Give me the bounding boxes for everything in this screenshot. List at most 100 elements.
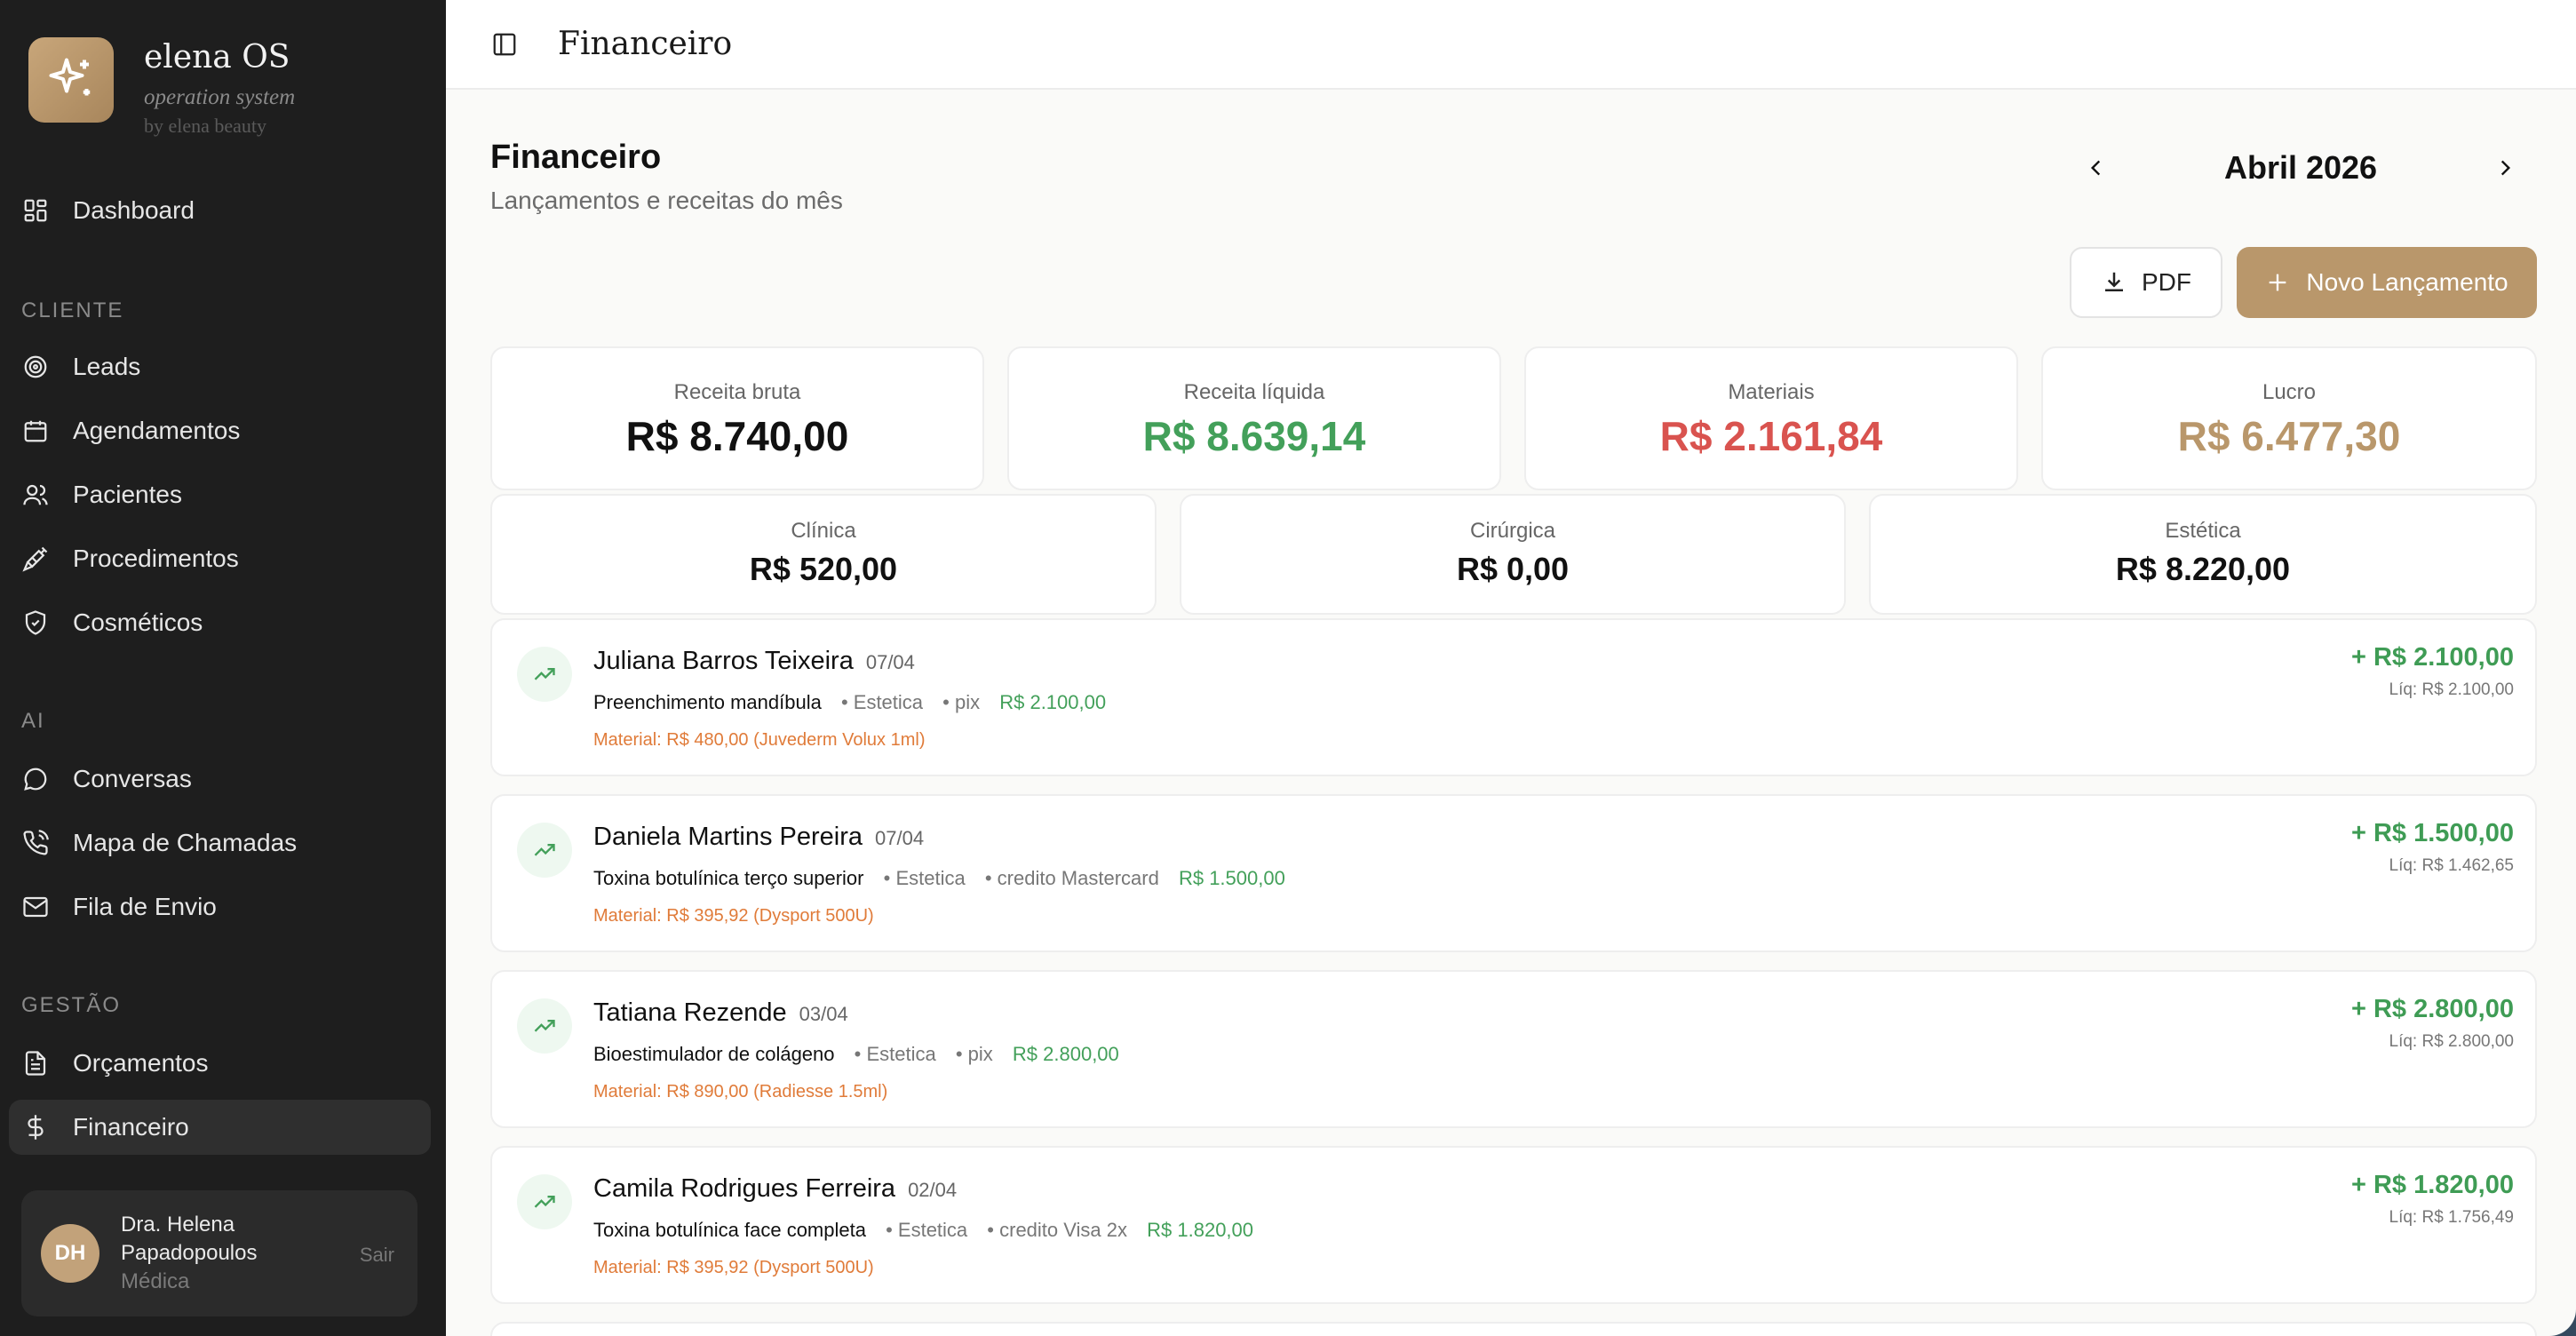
- sidebar-item-label: Pacientes: [73, 481, 182, 508]
- pdf-button[interactable]: PDF: [2070, 247, 2222, 318]
- dollar-sign-icon: [21, 1113, 50, 1141]
- transaction-total: + R$ 2.100,00: [2350, 643, 2514, 672]
- brand-by: by elena beauty: [144, 114, 267, 137]
- procedure-amount: R$ 1.500,00: [1178, 867, 1285, 889]
- transaction-total: + R$ 2.800,00: [2350, 995, 2514, 1023]
- transaction-total: + R$ 1.820,00: [2350, 1171, 2514, 1199]
- current-month: Abril 2026: [2223, 149, 2378, 186]
- user-card: DH Dra. Helena Papadopoulos Médica Sair: [21, 1190, 417, 1316]
- procedure-name: Bioestimulador de colágeno: [593, 1043, 835, 1065]
- topbar: Financeiro: [446, 0, 2576, 90]
- sidebar-item-agendamentos[interactable]: Agendamentos: [9, 403, 431, 458]
- procedure-name: Toxina botulínica face completa: [593, 1219, 866, 1241]
- section-gestao: GESTÃO: [21, 993, 122, 1017]
- chevron-left-icon[interactable]: [2079, 150, 2114, 186]
- card-materiais: Materiais R$ 2.161,84: [1524, 346, 2018, 490]
- procedure-name: Toxina botulínica terço superior: [593, 867, 864, 889]
- sidebar-item-financeiro[interactable]: Financeiro: [9, 1100, 431, 1155]
- sidebar-item-dashboard[interactable]: Dashboard: [9, 183, 431, 238]
- calendar-icon: [21, 417, 50, 445]
- sidebar-toggle-icon[interactable]: [489, 28, 521, 60]
- sidebar-item-mapa-chamadas[interactable]: Mapa de Chamadas: [9, 815, 431, 871]
- download-icon: [2101, 269, 2127, 296]
- sidebar-item-label: Cosméticos: [73, 608, 203, 636]
- sidebar-item-fila-envio[interactable]: Fila de Envio: [9, 879, 431, 934]
- card-label: Lucro: [2262, 380, 2317, 404]
- app-window: elena OS operation system by elena beaut…: [0, 0, 2576, 1336]
- sidebar-item-label: Dashboard: [73, 196, 195, 224]
- transaction-row[interactable]: Tatiana Rezende 03/04 Bioestimulador de c…: [490, 970, 2537, 1128]
- brand-name: elena OS: [144, 39, 290, 76]
- transaction-date: 07/04: [875, 827, 925, 849]
- card-value: R$ 8.740,00: [625, 413, 849, 459]
- card-label: Materiais: [1728, 380, 1815, 404]
- card-receita-liquida: Receita líquida R$ 8.639,14: [1007, 346, 1501, 490]
- transaction-row[interactable]: Camila Rodrigues Ferreira 02/04 Toxina bo…: [490, 1146, 2537, 1304]
- user-name: Dra. Helena Papadopoulos: [121, 1213, 258, 1266]
- sidebar-item-label: Orçamentos: [73, 1049, 209, 1077]
- sidebar-item-cosmeticos[interactable]: Cosméticos: [9, 595, 431, 650]
- transaction-net: Líq: R$ 1.756,49: [2389, 1208, 2515, 1227]
- payment-method: • credito Mastercard: [984, 867, 1159, 889]
- transaction-net: Líq: R$ 1.462,65: [2389, 856, 2515, 875]
- trending-up-icon: [517, 647, 572, 702]
- sidebar-item-label: Agendamentos: [73, 417, 241, 444]
- procedure-amount: R$ 2.800,00: [1012, 1043, 1119, 1065]
- section-cliente: CLIENTE: [21, 298, 124, 322]
- card-label: Receita líquida: [1183, 380, 1325, 404]
- month-navigator: Abril 2026: [2079, 149, 2523, 187]
- sidebar-item-pacientes[interactable]: Pacientes: [9, 467, 431, 522]
- card-label: Cirúrgica: [1469, 519, 1556, 543]
- procedure-name: Preenchimento mandíbula: [593, 691, 822, 713]
- trending-up-icon: [517, 823, 572, 878]
- message-circle-icon: [21, 765, 50, 793]
- sidebar-item-conversas[interactable]: Conversas: [9, 752, 431, 807]
- category: • Estetica: [854, 1043, 936, 1065]
- sidebar-item-orcamentos[interactable]: Orçamentos: [9, 1036, 431, 1091]
- shield-check-icon: [21, 608, 50, 637]
- syringe-icon: [21, 545, 50, 573]
- payment-method: • pix: [942, 691, 981, 713]
- mail-icon: [21, 893, 50, 921]
- card-value: R$ 8.220,00: [2115, 551, 2291, 587]
- card-value: R$ 6.477,30: [2177, 413, 2401, 459]
- card-value: R$ 520,00: [749, 551, 898, 587]
- transaction-total: + R$ 1.500,00: [2350, 819, 2514, 847]
- topbar-title: Financeiro: [558, 26, 733, 62]
- procedure-amount: R$ 2.100,00: [999, 691, 1107, 713]
- transaction-row[interactable]: Daniela Martins Pereira 07/04 Toxina botu…: [490, 794, 2537, 952]
- page-title: Financeiro: [490, 139, 662, 176]
- category: • Estetica: [883, 867, 966, 889]
- new-entry-button[interactable]: Novo Lançamento: [2237, 247, 2537, 318]
- card-receita-bruta: Receita bruta R$ 8.740,00: [490, 346, 984, 490]
- file-text-icon: [21, 1049, 50, 1078]
- card-label: Clínica: [791, 519, 856, 543]
- plus-icon: [2265, 270, 2290, 295]
- transaction-date: 02/04: [908, 1179, 958, 1201]
- card-label: Receita bruta: [673, 380, 801, 404]
- card-cirurgica: Cirúrgica R$ 0,00: [1180, 494, 1846, 615]
- main-content: Financeiro Financeiro Lançamentos e rece…: [446, 0, 2576, 1336]
- users-icon: [21, 481, 50, 509]
- transaction-row[interactable]: Juliana Barros Teixeira 07/04 Preenchimen…: [490, 618, 2537, 776]
- card-estetica: Estética R$ 8.220,00: [1869, 494, 2537, 615]
- sidebar-item-procedimentos[interactable]: Procedimentos: [9, 531, 431, 586]
- sidebar-item-leads[interactable]: Leads: [9, 339, 431, 394]
- transaction-row[interactable]: [490, 1322, 2537, 1336]
- trending-up-icon: [517, 1174, 572, 1229]
- new-entry-button-label: Novo Lançamento: [2306, 268, 2508, 296]
- transaction-date: 07/04: [865, 651, 915, 673]
- card-clinica: Clínica R$ 520,00: [490, 494, 1157, 615]
- material-cost: Material: R$ 480,00 (Juvederm Volux 1ml): [593, 730, 926, 750]
- sparkle-icon: [28, 37, 114, 123]
- card-value: R$ 0,00: [1456, 551, 1570, 587]
- sidebar-item-label: Fila de Envio: [73, 893, 217, 920]
- patient-name: Juliana Barros Teixeira: [593, 647, 854, 675]
- sidebar-item-label: Conversas: [73, 765, 192, 792]
- logout-button[interactable]: Sair: [360, 1244, 394, 1267]
- transaction-net: Líq: R$ 2.800,00: [2389, 1032, 2515, 1051]
- chevron-right-icon[interactable]: [2487, 150, 2523, 186]
- phone-call-icon: [21, 829, 50, 857]
- payment-method: • pix: [955, 1043, 993, 1065]
- user-role: Médica: [121, 1268, 190, 1293]
